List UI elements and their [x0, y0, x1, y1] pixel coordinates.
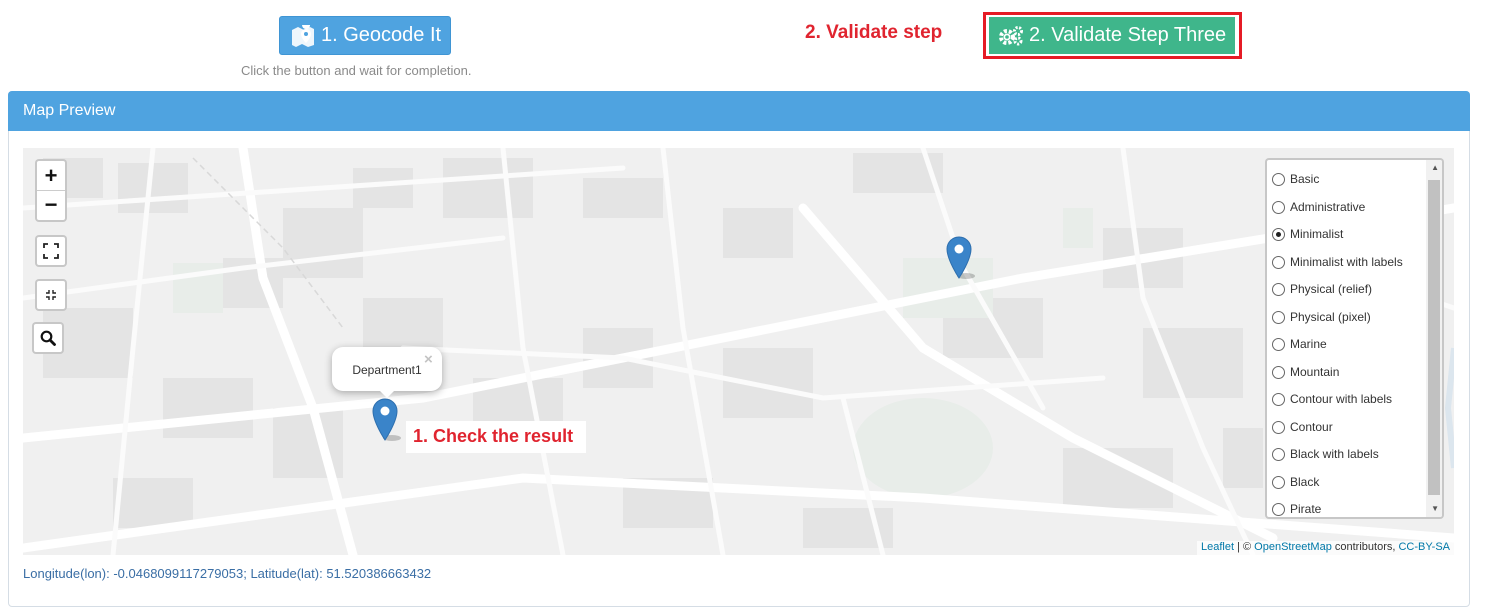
layer-scrollbar[interactable]: ▲ ▼ — [1426, 160, 1442, 517]
layer-scroll-thumb[interactable] — [1428, 180, 1440, 495]
layer-option-basic[interactable]: Basic — [1272, 169, 1319, 189]
geocode-button[interactable]: 1. Geocode It — [279, 16, 451, 55]
popup-close-button[interactable]: × — [424, 351, 433, 368]
compress-icon — [46, 290, 56, 300]
radio-icon[interactable] — [1272, 282, 1285, 296]
zoom-in-button[interactable]: + — [37, 161, 65, 190]
radio-icon[interactable] — [1272, 337, 1285, 351]
map-attribution: Leaflet | © OpenStreetMap contributors, … — [1197, 541, 1455, 555]
map-tiles — [23, 148, 1454, 555]
map-marker-department1[interactable] — [372, 398, 402, 442]
radio-checked-icon[interactable] — [1272, 227, 1285, 241]
layer-option-minimalist-with-labels[interactable]: Minimalist with labels — [1272, 252, 1403, 272]
layer-label: Physical (relief) — [1290, 282, 1373, 296]
layer-label: Mountain — [1290, 365, 1340, 379]
layer-option-black[interactable]: Black — [1272, 472, 1319, 492]
zoom-out-button[interactable]: − — [37, 190, 65, 219]
popup-tip — [378, 389, 396, 398]
layer-option-mountain[interactable]: Mountain — [1272, 362, 1339, 382]
panel-title: Map Preview — [8, 91, 1470, 131]
gears-icon — [999, 25, 1023, 45]
zoom-control: + − — [35, 159, 67, 222]
layer-switcher[interactable]: ▲ ▼ Basic Administrative Minimalist Mini… — [1265, 158, 1444, 519]
radio-icon[interactable] — [1272, 255, 1285, 269]
radio-icon[interactable] — [1272, 172, 1285, 186]
layer-option-physical-pixel[interactable]: Physical (pixel) — [1272, 307, 1371, 327]
search-button[interactable] — [32, 322, 64, 354]
check-result-annotation: 1. Check the result — [406, 421, 586, 453]
layer-label: Black with labels — [1290, 447, 1379, 461]
layer-label: Contour — [1290, 420, 1333, 434]
radio-icon[interactable] — [1272, 310, 1285, 324]
layer-option-marine[interactable]: Marine — [1272, 334, 1327, 354]
reset-view-button[interactable] — [35, 279, 67, 311]
layer-label: Administrative — [1290, 200, 1366, 214]
license-link[interactable]: CC-BY-SA — [1398, 541, 1450, 553]
radio-icon[interactable] — [1272, 447, 1285, 461]
layer-label: Physical (pixel) — [1290, 310, 1371, 324]
layer-label: Contour with labels — [1290, 392, 1393, 406]
leaflet-link[interactable]: Leaflet — [1201, 541, 1234, 553]
osm-link[interactable]: OpenStreetMap — [1254, 541, 1332, 553]
search-icon — [40, 330, 56, 346]
geocode-hint: Click the button and wait for completion… — [241, 63, 472, 78]
layer-label: Minimalist with labels — [1290, 255, 1403, 269]
layer-option-contour[interactable]: Contour — [1272, 417, 1333, 437]
fullscreen-icon — [43, 243, 59, 259]
map-marker-icon — [292, 24, 314, 47]
layer-option-minimalist[interactable]: Minimalist — [1272, 224, 1343, 244]
scroll-up-icon[interactable]: ▲ — [1431, 163, 1439, 172]
radio-icon[interactable] — [1272, 502, 1285, 516]
map-marker-secondary[interactable] — [946, 236, 976, 280]
layer-label: Black — [1290, 475, 1320, 489]
layer-option-pirate[interactable]: Pirate — [1272, 499, 1322, 517]
coordinates-readout: Longitude(lon): -0.0468099117279053; Lat… — [23, 566, 432, 581]
radio-icon[interactable] — [1272, 420, 1285, 434]
radio-icon[interactable] — [1272, 475, 1285, 489]
layer-label: Marine — [1290, 337, 1327, 351]
layer-label: Pirate — [1290, 502, 1322, 516]
geocode-button-label: 1. Geocode It — [321, 24, 442, 46]
validate-annotation: 2. Validate step — [805, 22, 943, 43]
validate-button-label: 2. Validate Step Three — [1029, 24, 1227, 46]
popup-text: Department1 — [352, 363, 422, 377]
scroll-down-icon[interactable]: ▼ — [1431, 504, 1439, 513]
layer-option-administrative[interactable]: Administrative — [1272, 197, 1365, 217]
fullscreen-button[interactable] — [35, 235, 67, 267]
layer-option-physical-relief[interactable]: Physical (relief) — [1272, 279, 1372, 299]
layer-label: Minimalist — [1290, 227, 1344, 241]
attribution-contributors: contributors, — [1331, 541, 1399, 553]
radio-icon[interactable] — [1272, 392, 1285, 406]
attribution-separator: | © — [1234, 541, 1255, 553]
layer-option-contour-with-labels[interactable]: Contour with labels — [1272, 389, 1392, 409]
layer-option-black-with-labels[interactable]: Black with labels — [1272, 444, 1379, 464]
radio-icon[interactable] — [1272, 200, 1285, 214]
radio-icon[interactable] — [1272, 365, 1285, 379]
validate-button[interactable]: 2. Validate Step Three — [989, 17, 1235, 54]
map-canvas[interactable] — [23, 148, 1454, 555]
layer-label: Basic — [1290, 172, 1320, 186]
